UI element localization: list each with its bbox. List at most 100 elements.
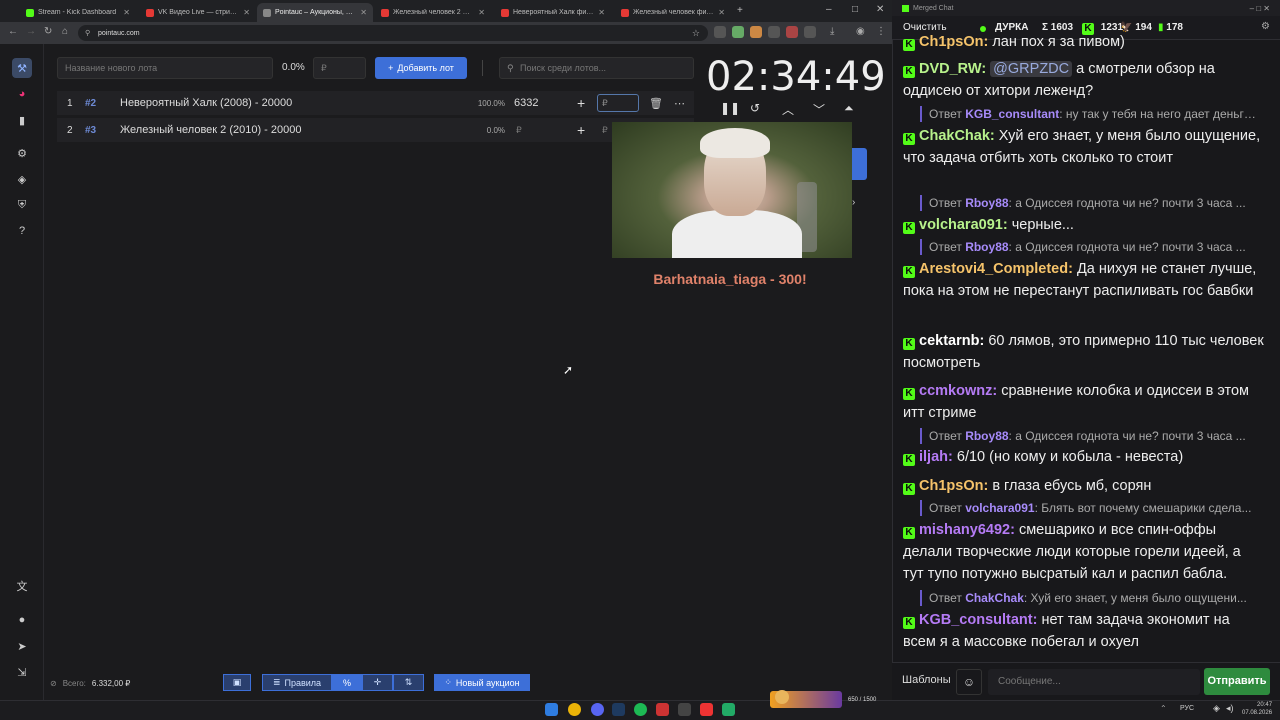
side-panel-tab[interactable] — [852, 148, 867, 180]
save-icon[interactable]: ▣ — [223, 674, 251, 691]
lot-amount-input[interactable]: ₽ — [597, 94, 639, 112]
extension-icon[interactable] — [732, 26, 744, 38]
app-icon[interactable] — [700, 703, 713, 716]
keyboard-language[interactable]: РУС — [1180, 705, 1194, 712]
telegram-icon[interactable]: ➤ — [12, 636, 32, 656]
templates-button[interactable]: Шаблоны — [902, 674, 951, 686]
reply-username[interactable]: Rboy88 — [965, 196, 1008, 210]
extension-icon[interactable] — [750, 26, 762, 38]
settings-gear-icon[interactable]: ⚙ — [12, 143, 32, 163]
network-icon[interactable]: ◈ — [1213, 703, 1220, 714]
discord-icon[interactable] — [591, 703, 604, 716]
close-tab-icon[interactable]: ✕ — [360, 8, 367, 17]
search-lots-input[interactable]: ⚲ Поиск среди лотов... — [499, 57, 694, 79]
maximize-button[interactable]: □ — [852, 4, 858, 15]
add-amount-button[interactable]: + — [577, 122, 585, 138]
chrome-icon[interactable] — [568, 703, 581, 716]
percent-toggle[interactable]: % — [332, 674, 362, 691]
wheel-icon[interactable]: ◕ — [12, 84, 32, 104]
reply-username[interactable]: KGB_consultant — [965, 107, 1059, 121]
chat-username[interactable]: DVD_RW — [919, 61, 981, 77]
add-lot-button[interactable]: + Добавить лот — [375, 57, 467, 79]
chat-username[interactable]: ChakChak — [919, 128, 990, 144]
volume-icon[interactable]: ◂) — [1226, 703, 1234, 714]
profile-icon[interactable]: ◉ — [856, 26, 865, 37]
close-tab-icon[interactable]: ✕ — [598, 8, 605, 17]
close-tab-icon[interactable]: ✕ — [718, 8, 725, 17]
browser-tab[interactable]: Stream - Kick Dashboard ✕ — [20, 3, 136, 22]
chevron-up-icon[interactable]: ︿ — [782, 101, 794, 118]
chevron-right-icon[interactable]: › — [852, 197, 855, 208]
trash-icon[interactable]: 🗑 — [649, 97, 663, 110]
double-chevron-up-icon[interactable]: ⏶ — [844, 101, 854, 116]
auction-hammer-icon[interactable]: ⚒ — [12, 58, 32, 78]
reply-username[interactable]: ChakChak — [965, 591, 1024, 605]
layers-icon[interactable]: ◈ — [12, 169, 32, 189]
chat-username[interactable]: cektarnb — [919, 333, 979, 349]
chat-username[interactable]: Arestovi4_Completed — [919, 261, 1068, 277]
lot-title[interactable]: Невероятный Халк (2008) - 20000 — [120, 97, 292, 109]
chat-username[interactable]: ccmkownz — [919, 383, 992, 399]
new-lot-amount-input[interactable]: ₽ — [313, 57, 366, 79]
chat-window-controls[interactable]: – □ ✕ — [1250, 4, 1270, 13]
send-button[interactable]: Отправить — [1204, 668, 1270, 695]
browser-tab[interactable]: Pointauc – Аукционы, лотереи✕ — [257, 3, 373, 22]
browser-tab[interactable]: Железный человек фильм, 20✕ — [615, 3, 731, 22]
help-icon[interactable]: ? — [12, 221, 32, 241]
download-icon[interactable]: ⤓ — [830, 26, 834, 37]
app-icon[interactable] — [722, 703, 735, 716]
bookmark-star-icon[interactable]: ☆ — [692, 28, 700, 39]
reply-username[interactable]: volchara091 — [965, 501, 1034, 515]
app-icon[interactable] — [656, 703, 669, 716]
clock[interactable]: 20:47 07.08.2026 — [1242, 701, 1272, 717]
extension-icon[interactable] — [714, 26, 726, 38]
reset-icon[interactable]: ↺ — [750, 101, 760, 115]
new-auction-button[interactable]: ⁘ Новый аукцион — [434, 674, 530, 691]
message-input[interactable]: Сообщение... — [988, 669, 1200, 695]
url-field[interactable]: ⚲ pointauc.com ☆ — [78, 25, 708, 41]
chevron-down-icon[interactable]: ﹀ — [813, 101, 825, 118]
pause-icon[interactable]: ❚❚ — [720, 101, 740, 115]
translate-icon[interactable]: 文 — [12, 576, 32, 596]
lot-title[interactable]: Железный человек 2 (2010) - 20000 — [120, 124, 301, 136]
lot-row[interactable]: 2 #3 Железный человек 2 (2010) - 20000 0… — [57, 118, 694, 142]
close-tab-icon[interactable]: ✕ — [123, 8, 130, 17]
chat-username[interactable]: KGB_consultant — [919, 612, 1033, 628]
reload-icon[interactable]: ↻ — [44, 26, 52, 37]
minimize-button[interactable]: – — [826, 4, 832, 15]
browser-tab[interactable]: Невероятный Халк фильм, 2008✕ — [495, 3, 611, 22]
steam-icon[interactable] — [612, 703, 625, 716]
chat-mention[interactable]: @GRPZDC — [990, 61, 1073, 77]
eye-off-icon[interactable]: ⊘ — [50, 679, 57, 688]
app-icon[interactable] — [678, 703, 691, 716]
menu-icon[interactable]: ⋮ — [876, 26, 886, 37]
extension-icon[interactable] — [768, 26, 780, 38]
emoji-icon[interactable]: ☺ — [956, 669, 982, 695]
close-window-button[interactable]: ✕ — [876, 4, 884, 15]
tray-up-icon[interactable]: ⌃ — [1160, 704, 1167, 713]
browser-tab[interactable]: VK Видео Live — стримы, прям✕ — [140, 3, 256, 22]
close-tab-icon[interactable]: ✕ — [243, 8, 250, 17]
lot-amount-input[interactable]: ₽ — [602, 125, 608, 136]
windows-start-icon[interactable] — [545, 703, 558, 716]
reply-username[interactable]: Rboy88 — [965, 240, 1008, 254]
shield-icon[interactable]: ⛨ — [12, 195, 32, 215]
site-info-icon[interactable]: ⚲ — [85, 29, 90, 37]
forward-icon[interactable]: → — [26, 26, 36, 37]
align-icon[interactable]: ✛ — [362, 674, 393, 691]
chat-username[interactable]: volchara091 — [919, 217, 1003, 233]
add-amount-button[interactable]: + — [577, 95, 585, 111]
extension-icon[interactable] — [786, 26, 798, 38]
sort-icon[interactable]: ⇅ — [393, 674, 424, 691]
chat-username[interactable]: Ch1psOn — [919, 34, 983, 50]
reply-username[interactable]: Rboy88 — [965, 429, 1008, 443]
rules-button[interactable]: ≣ Правила — [262, 674, 332, 691]
back-icon[interactable]: ← — [8, 26, 18, 37]
new-tab-button[interactable]: + — [737, 5, 743, 16]
chat-username[interactable]: mishany6492 — [919, 522, 1010, 538]
new-lot-name-input[interactable]: Название нового лота — [57, 57, 273, 79]
close-tab-icon[interactable]: ✕ — [478, 8, 485, 17]
chat-username[interactable]: iljah — [919, 449, 948, 465]
browser-tab[interactable]: Железный человек 2 фильм, 20 ✕ — [375, 3, 491, 22]
more-icon[interactable]: ⋯ — [674, 97, 685, 110]
